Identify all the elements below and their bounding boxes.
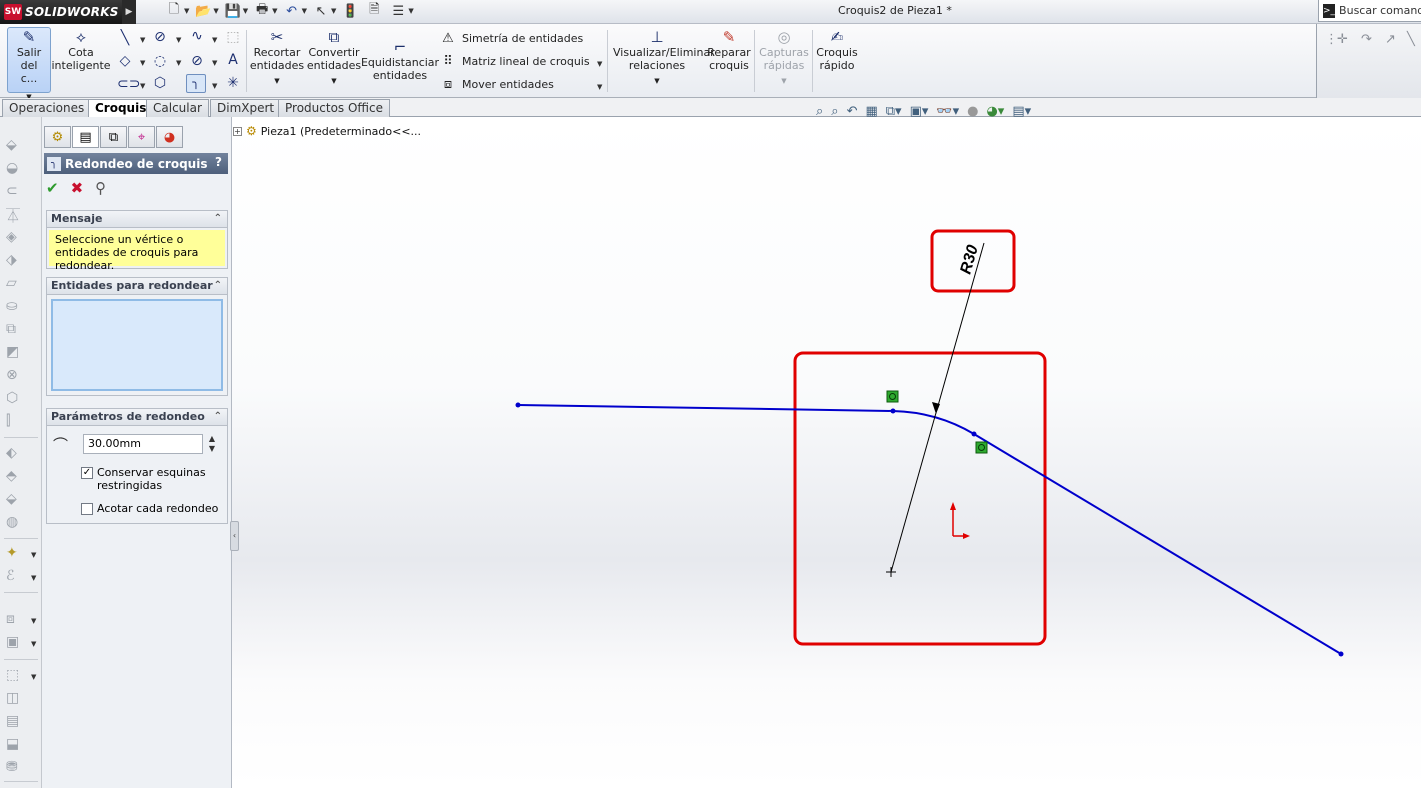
sketch-origin-icon[interactable] <box>950 502 970 539</box>
tangent-relation-icon[interactable] <box>975 441 988 454</box>
dimension-arrowhead <box>932 402 940 414</box>
sketch-line-right[interactable] <box>973 433 1342 655</box>
sketch-endpoint[interactable] <box>515 402 521 408</box>
fillet-tangent-point[interactable] <box>971 431 977 437</box>
fillet-highlight-box <box>793 351 1047 646</box>
sketch-endpoint[interactable] <box>1338 651 1344 657</box>
tangent-relation-icon[interactable] <box>886 390 899 403</box>
sketch-canvas: R30 <box>515 229 1344 657</box>
sketch-line-left[interactable] <box>517 404 894 412</box>
radius-dimension-label[interactable]: R30 <box>958 243 982 276</box>
fillet-tangent-point[interactable] <box>890 408 896 414</box>
solidworks-window: SW SOLIDWORKS ▶ 🗋 ▼ 📂 ▼ 💾 ▼ 🖶 ▼ ↶ ▼ ↖ ▼ 🚦 🗎 ☰ ▼… <box>0 0 1421 788</box>
arc-center-mark <box>886 567 896 577</box>
